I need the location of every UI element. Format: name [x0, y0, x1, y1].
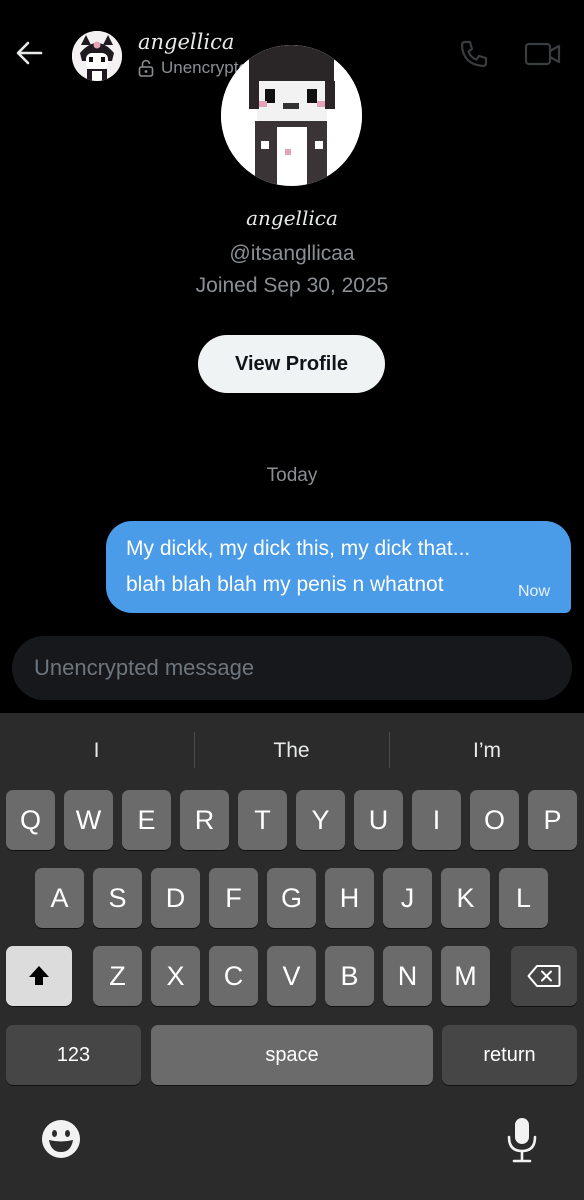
- return-key[interactable]: return: [442, 1025, 577, 1085]
- message-text-line-2: blah blah blah my penis n whatnot: [126, 573, 444, 596]
- phone-icon: [460, 40, 488, 68]
- key-t[interactable]: T: [238, 790, 287, 850]
- key-u[interactable]: U: [354, 790, 403, 850]
- key-y[interactable]: Y: [296, 790, 345, 850]
- back-button[interactable]: [14, 38, 44, 68]
- key-n[interactable]: N: [383, 946, 432, 1006]
- profile-handle: @itsangllicaa: [229, 242, 355, 265]
- microphone-icon: [507, 1118, 537, 1163]
- message-text-line-1: My dickk, my dick this, my dick that...: [126, 537, 471, 560]
- message-input[interactable]: [12, 636, 572, 700]
- outgoing-message-bubble[interactable]: My dickk, my dick this, my dick that... …: [106, 521, 571, 613]
- suggestion-2[interactable]: The: [195, 733, 388, 769]
- avatar-character-image: [72, 31, 122, 81]
- call-button[interactable]: [458, 38, 490, 70]
- profile-character-image: [221, 45, 362, 186]
- key-j[interactable]: J: [383, 868, 432, 928]
- key-b[interactable]: B: [325, 946, 374, 1006]
- arrow-left-icon: [16, 41, 43, 65]
- key-r[interactable]: R: [180, 790, 229, 850]
- shift-arrow-icon: [29, 966, 49, 985]
- message-timestamp: Now: [517, 583, 550, 600]
- suggestion-1[interactable]: I: [0, 733, 193, 769]
- key-v[interactable]: V: [267, 946, 316, 1006]
- backspace-icon: [527, 965, 561, 987]
- space-key[interactable]: space: [151, 1025, 433, 1085]
- key-l[interactable]: L: [499, 868, 548, 928]
- profile-joined-date: Joined Sep 30, 2025: [195, 274, 389, 297]
- delete-key[interactable]: [511, 946, 577, 1006]
- video-camera-icon: [524, 42, 561, 66]
- key-g[interactable]: G: [267, 868, 316, 928]
- dictation-button[interactable]: [504, 1116, 540, 1164]
- profile-display-name: angellica: [246, 206, 338, 230]
- key-x[interactable]: X: [151, 946, 200, 1006]
- header-avatar[interactable]: [72, 31, 122, 81]
- profile-avatar[interactable]: [221, 45, 362, 186]
- key-i[interactable]: I: [412, 790, 461, 850]
- view-profile-button[interactable]: View Profile: [198, 335, 385, 393]
- key-s[interactable]: S: [93, 868, 142, 928]
- key-h[interactable]: H: [325, 868, 374, 928]
- key-a[interactable]: A: [35, 868, 84, 928]
- header-display-name[interactable]: angellica: [138, 30, 234, 54]
- emoji-icon: [42, 1120, 80, 1158]
- key-k[interactable]: K: [441, 868, 490, 928]
- key-f[interactable]: F: [209, 868, 258, 928]
- date-separator: Today: [266, 465, 318, 486]
- suggestion-3[interactable]: I’m: [390, 733, 584, 769]
- video-call-button[interactable]: [524, 38, 562, 70]
- emoji-button[interactable]: [40, 1118, 82, 1160]
- shift-key[interactable]: [6, 946, 72, 1006]
- key-d[interactable]: D: [151, 868, 200, 928]
- key-q[interactable]: Q: [6, 790, 55, 850]
- key-m[interactable]: M: [441, 946, 490, 1006]
- key-o[interactable]: O: [470, 790, 519, 850]
- key-w[interactable]: W: [64, 790, 113, 850]
- key-p[interactable]: P: [528, 790, 577, 850]
- key-z[interactable]: Z: [93, 946, 142, 1006]
- key-c[interactable]: C: [209, 946, 258, 1006]
- unlocked-lock-icon: [138, 59, 154, 77]
- numbers-key[interactable]: 123: [6, 1025, 141, 1085]
- key-e[interactable]: E: [122, 790, 171, 850]
